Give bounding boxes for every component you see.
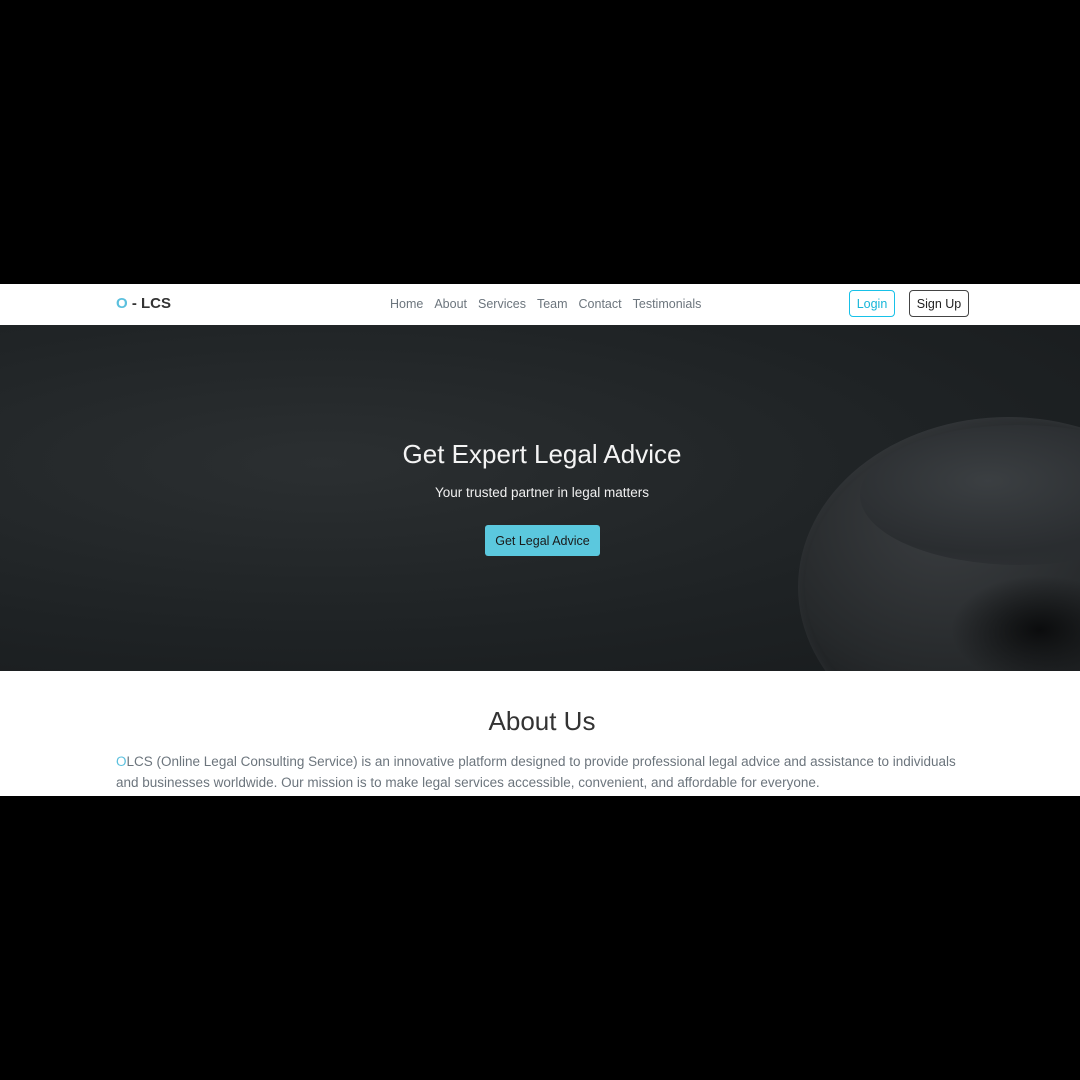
nav-link-testimonials[interactable]: Testimonials — [633, 297, 702, 311]
nav-link-services[interactable]: Services — [478, 297, 526, 311]
hero-subtitle: Your trusted partner in legal matters — [434, 485, 650, 500]
nav-link-home[interactable]: Home — [390, 297, 423, 311]
brand-name: - LCS — [127, 295, 172, 312]
brand-accent-letter: O — [116, 295, 128, 312]
nav-link-contact[interactable]: Contact — [579, 297, 622, 311]
navbar: O - LCS Home About Services Team Contact… — [0, 284, 1080, 325]
brand-logo[interactable]: O - LCS — [116, 295, 171, 312]
hero-title: Get Expert Legal Advice — [402, 439, 682, 469]
about-text-accent: O — [116, 754, 127, 769]
about-text: OLCS (Online Legal Consulting Service) i… — [116, 752, 966, 793]
nav-link-about[interactable]: About — [434, 297, 467, 311]
signup-button[interactable]: Sign Up — [909, 290, 969, 317]
nav-link-team[interactable]: Team — [537, 297, 568, 311]
login-button[interactable]: Login — [849, 290, 895, 317]
about-text-body: LCS (Online Legal Consulting Service) is… — [116, 754, 956, 790]
browser-viewport: O - LCS Home About Services Team Contact… — [0, 284, 1080, 796]
nav-links: Home About Services Team Contact Testimo… — [390, 297, 701, 311]
about-title: About Us — [488, 706, 596, 736]
hero-section: Get Expert Legal Advice Your trusted par… — [0, 325, 1080, 671]
get-legal-advice-button[interactable]: Get Legal Advice — [485, 525, 600, 556]
